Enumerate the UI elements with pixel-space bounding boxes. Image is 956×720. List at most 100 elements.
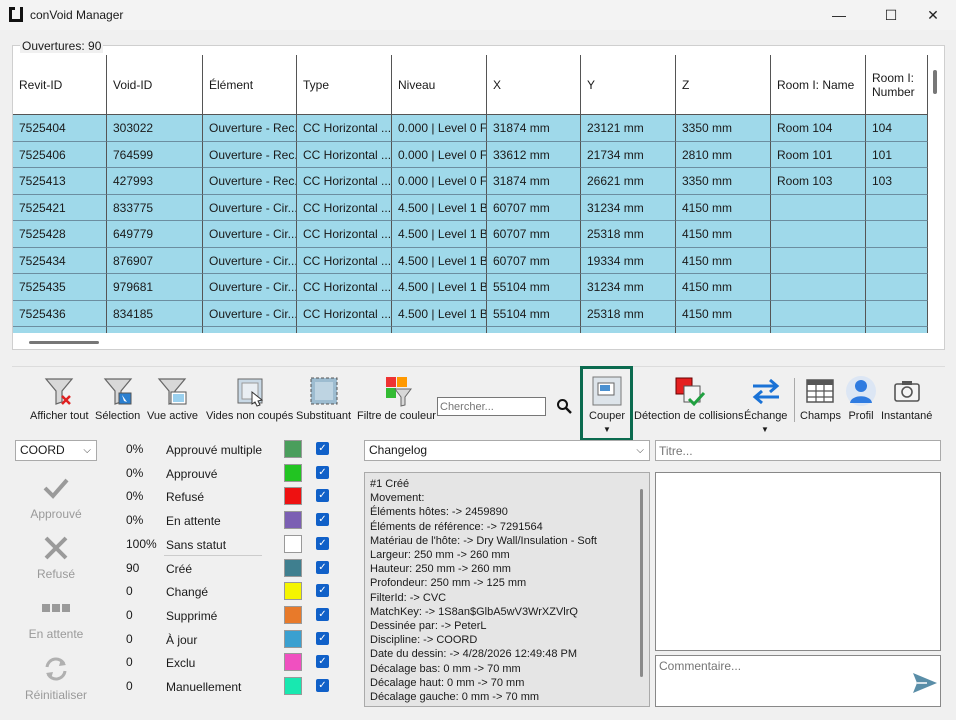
- table-cell[interactable]: 31874 mm: [487, 115, 581, 142]
- table-cell[interactable]: 4.500 | Level 1 B...: [392, 221, 487, 248]
- table-cell[interactable]: 3350 mm: [676, 115, 771, 142]
- table-cell[interactable]: Ouverture - Cir...: [203, 300, 297, 327]
- table-cell[interactable]: 649779: [107, 221, 203, 248]
- table-cell[interactable]: 833775: [107, 194, 203, 221]
- table-cell[interactable]: CC Horizontal ...: [297, 141, 392, 168]
- substitute-button[interactable]: Substituant: [296, 375, 351, 422]
- table-cell[interactable]: Room 103: [771, 168, 866, 195]
- column-header[interactable]: Revit-ID: [13, 55, 107, 115]
- table-cell[interactable]: 4150 mm: [676, 194, 771, 221]
- active-view-button[interactable]: Vue active: [147, 375, 198, 422]
- table-cell[interactable]: 834185: [107, 300, 203, 327]
- selection-button[interactable]: Sélection: [95, 375, 140, 422]
- changelog-select[interactable]: Changelog ⌵: [364, 440, 650, 461]
- table-cell[interactable]: CC Horizontal ...: [297, 274, 392, 301]
- table-cell[interactable]: 7525434: [13, 247, 107, 274]
- comments-area[interactable]: [655, 472, 941, 651]
- table-cell[interactable]: [866, 327, 928, 333]
- table-cell[interactable]: 876907: [107, 247, 203, 274]
- table-cell[interactable]: 4150 mm: [676, 274, 771, 301]
- column-header[interactable]: Niveau: [392, 55, 487, 115]
- table-cell[interactable]: [107, 327, 203, 333]
- table-row[interactable]: 7525413 427993 Ouverture - Rec... CC Horizo…: [13, 168, 928, 195]
- table-row[interactable]: 7525434 876907 Ouverture - Cir... CC Horizo…: [13, 247, 928, 274]
- table-cell[interactable]: [866, 247, 928, 274]
- table-cell[interactable]: 2810 mm: [676, 141, 771, 168]
- exchange-button[interactable]: Échange: [744, 375, 787, 422]
- table-cell[interactable]: 21734 mm: [581, 141, 676, 168]
- table-row[interactable]: 7525428 649779 Ouverture - Cir... CC Horizo…: [13, 221, 928, 248]
- close-button[interactable]: ✕: [910, 0, 956, 30]
- table-cell[interactable]: CC Horizontal ...: [297, 168, 392, 195]
- table-cell[interactable]: 0.000 | Level 0 FF: [392, 168, 487, 195]
- table-cell[interactable]: Ouverture - Rec...: [203, 168, 297, 195]
- approve-button[interactable]: Approuvé: [15, 473, 97, 521]
- table-cell[interactable]: [771, 247, 866, 274]
- table-cell[interactable]: 4.500 | Level 1 B...: [392, 247, 487, 274]
- table-cell[interactable]: Ouverture - Cir...: [203, 274, 297, 301]
- table-row[interactable]: 7525421 833775 Ouverture - Cir... CC Horizo…: [13, 194, 928, 221]
- table-cell[interactable]: 25318 mm: [581, 221, 676, 248]
- table-cell[interactable]: 3350 mm: [676, 168, 771, 195]
- status-visibility-checkbox[interactable]: ✓: [316, 536, 329, 550]
- status-color-swatch[interactable]: [284, 511, 302, 530]
- cut-dropdown-icon[interactable]: ▼: [603, 425, 611, 434]
- status-color-swatch[interactable]: [284, 677, 302, 695]
- column-header[interactable]: Void-ID: [107, 55, 203, 115]
- status-visibility-checkbox[interactable]: ✓: [316, 489, 329, 503]
- comment-input[interactable]: [655, 655, 941, 707]
- status-visibility-checkbox[interactable]: ✓: [316, 465, 329, 479]
- table-cell[interactable]: 55104 mm: [487, 300, 581, 327]
- table-cell[interactable]: 19334 mm: [581, 247, 676, 274]
- table-cell[interactable]: [771, 194, 866, 221]
- table-cell[interactable]: 764599: [107, 141, 203, 168]
- table-row[interactable]: [13, 327, 928, 333]
- table-cell[interactable]: 4.500 | Level 1 B...: [392, 194, 487, 221]
- maximize-button[interactable]: ☐: [868, 0, 914, 30]
- table-cell[interactable]: Ouverture - Rec...: [203, 141, 297, 168]
- table-cell[interactable]: Ouverture - Cir...: [203, 247, 297, 274]
- table-row[interactable]: 7525406 764599 Ouverture - Rec... CC Horizo…: [13, 141, 928, 168]
- search-icon[interactable]: [556, 398, 572, 414]
- table-cell[interactable]: 101: [866, 141, 928, 168]
- table-horizontal-scrollbar[interactable]: [29, 341, 99, 344]
- table-cell[interactable]: 7525413: [13, 168, 107, 195]
- exchange-dropdown-icon[interactable]: ▼: [761, 425, 769, 434]
- status-visibility-checkbox[interactable]: ✓: [316, 607, 329, 621]
- status-visibility-checkbox[interactable]: ✓: [316, 513, 329, 527]
- cut-button[interactable]: Couper: [589, 375, 625, 422]
- table-row[interactable]: 7525404 303022 Ouverture - Rec... CC Horizo…: [13, 115, 928, 142]
- table-cell[interactable]: Room 101: [771, 141, 866, 168]
- table-cell[interactable]: [13, 327, 107, 333]
- profile-button[interactable]: Profil: [845, 375, 877, 422]
- column-header[interactable]: Type: [297, 55, 392, 115]
- table-cell[interactable]: CC Horizontal ...: [297, 115, 392, 142]
- changelog-scrollbar[interactable]: [640, 489, 643, 677]
- status-color-swatch[interactable]: [284, 440, 302, 458]
- color-filter-button[interactable]: Filtre de couleur: [357, 375, 436, 422]
- status-color-swatch[interactable]: [284, 463, 302, 482]
- table-cell[interactable]: 979681: [107, 274, 203, 301]
- table-cell[interactable]: [581, 327, 676, 333]
- table-cell[interactable]: 7525421: [13, 194, 107, 221]
- table-cell[interactable]: 4.500 | Level 1 B...: [392, 300, 487, 327]
- table-cell[interactable]: 303022: [107, 115, 203, 142]
- table-cell[interactable]: 55104 mm: [487, 274, 581, 301]
- table-cell[interactable]: 427993: [107, 168, 203, 195]
- column-header[interactable]: Élément: [203, 55, 297, 115]
- discipline-select[interactable]: COORD ⌵: [15, 440, 97, 461]
- table-cell[interactable]: [771, 300, 866, 327]
- table-cell[interactable]: 0.000 | Level 0 FF: [392, 115, 487, 142]
- table-cell[interactable]: 60707 mm: [487, 247, 581, 274]
- status-color-swatch[interactable]: [284, 605, 302, 624]
- table-cell[interactable]: 103: [866, 168, 928, 195]
- column-header[interactable]: Room I: Number: [866, 55, 928, 115]
- table-cell[interactable]: CC Horizontal ...: [297, 300, 392, 327]
- table-cell[interactable]: [392, 327, 487, 333]
- status-visibility-checkbox[interactable]: ✓: [316, 655, 329, 669]
- table-cell[interactable]: Ouverture - Cir...: [203, 194, 297, 221]
- send-icon[interactable]: [912, 672, 938, 694]
- status-visibility-checkbox[interactable]: ✓: [316, 584, 329, 598]
- column-header[interactable]: Z: [676, 55, 771, 115]
- table-cell[interactable]: 23121 mm: [581, 115, 676, 142]
